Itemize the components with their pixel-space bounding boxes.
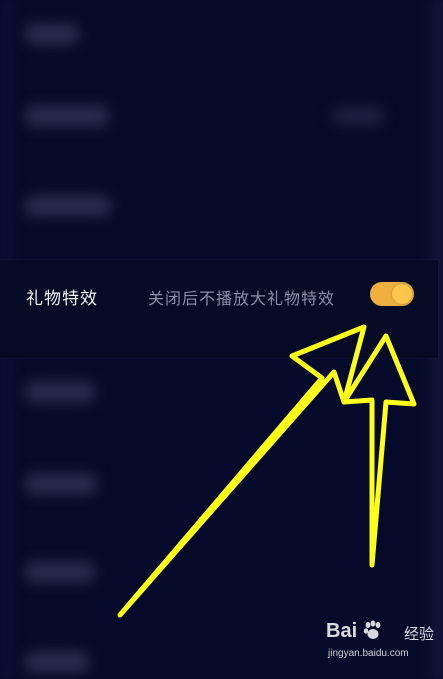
watermark-url: jingyan.baidu.com <box>328 648 409 659</box>
toggle-knob <box>392 284 412 304</box>
blurred-label <box>26 106 108 126</box>
watermark-brand-suffix: 经验 <box>404 625 435 643</box>
blurred-label <box>26 24 78 44</box>
blurred-row <box>0 82 443 152</box>
blurred-label <box>26 382 94 402</box>
blurred-label <box>26 196 110 216</box>
blurred-row <box>0 358 443 428</box>
blurred-row <box>0 450 443 520</box>
settings-screen: 礼物特效 关闭后不播放大礼物特效 Bai 经验 jingyan.baidu.co… <box>0 0 443 679</box>
blurred-value <box>333 108 383 124</box>
blurred-label <box>26 652 88 672</box>
gift-effects-setting-row: 礼物特效 关闭后不播放大礼物特效 <box>0 260 438 358</box>
blurred-label <box>26 562 94 582</box>
gift-effects-toggle[interactable] <box>370 282 414 306</box>
gift-effects-description: 关闭后不播放大礼物特效 <box>148 289 336 308</box>
blurred-label <box>26 474 96 494</box>
gift-effects-label: 礼物特效 <box>26 289 98 309</box>
watermark: Bai 经验 jingyan.baidu.com <box>326 618 436 668</box>
blurred-row <box>0 538 443 608</box>
blurred-row <box>0 0 443 70</box>
paw-icon <box>363 620 381 639</box>
blurred-row <box>0 172 443 242</box>
watermark-brand: Bai <box>326 620 358 642</box>
